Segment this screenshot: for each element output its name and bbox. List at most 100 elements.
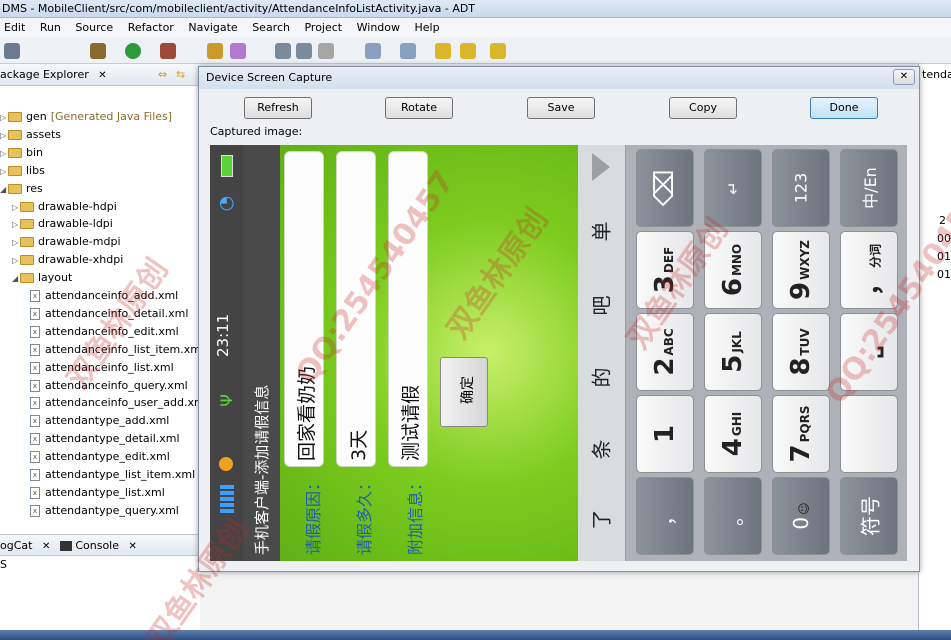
- tree-file[interactable]: x attendanceinfo_query.xml: [30, 377, 188, 394]
- tree-file[interactable]: x attendanceinfo_edit.xml: [30, 323, 179, 340]
- duration-field[interactable]: [336, 151, 376, 467]
- candidate-1[interactable]: 了: [586, 508, 615, 532]
- tree-folder[interactable]: ▷ gen [Generated Java Files]: [0, 108, 172, 125]
- key-col4-0[interactable]: 中/En: [840, 149, 898, 227]
- tree-file[interactable]: x attendanceinfo_add.xml: [30, 287, 178, 304]
- open-type-icon[interactable]: [207, 43, 223, 59]
- collapsed-icon[interactable]: ▷: [12, 252, 20, 269]
- candidate-2[interactable]: 条: [586, 438, 615, 462]
- key-col2-0[interactable]: ↵: [704, 149, 762, 227]
- menu-window[interactable]: Window: [353, 18, 407, 38]
- tree-file[interactable]: x attendanceinfo_list_item.xml: [30, 341, 200, 358]
- tree-file[interactable]: x attendantype_query.xml: [30, 502, 179, 519]
- key-col3-1[interactable]: 9WXYZ: [772, 231, 830, 309]
- mark-icon[interactable]: [296, 43, 312, 59]
- key-col2-1[interactable]: 6MNO: [704, 231, 762, 309]
- key-col2-4[interactable]: 。: [704, 477, 762, 555]
- key-col3-2[interactable]: 8TUV: [772, 313, 830, 391]
- menu-edit[interactable]: Edit: [0, 18, 32, 38]
- tree-folder[interactable]: ◢ res: [0, 180, 43, 197]
- annotation-icon[interactable]: [275, 43, 291, 59]
- key-col3-4[interactable]: 0☺: [772, 477, 830, 555]
- tab-console[interactable]: Console: [75, 539, 119, 552]
- key-col3-0[interactable]: 123: [772, 149, 830, 227]
- close-icon[interactable]: ✕: [893, 69, 915, 85]
- tree-file[interactable]: x attendanceinfo_list.xml: [30, 359, 174, 376]
- menu-help[interactable]: Help: [411, 18, 447, 38]
- external-tools-icon[interactable]: [160, 43, 176, 59]
- tree-folder[interactable]: ▷ drawable-ldpi: [12, 215, 113, 232]
- tree-folder[interactable]: ▷ drawable-hdpi: [12, 198, 117, 215]
- rotate-button[interactable]: Rotate: [385, 97, 453, 119]
- tree-file[interactable]: x attendanceinfo_detail.xml: [30, 305, 188, 322]
- collapsed-icon[interactable]: ▷: [0, 109, 8, 126]
- menu-run[interactable]: Run: [36, 18, 68, 38]
- menu-source[interactable]: Source: [71, 18, 120, 38]
- refresh-button[interactable]: Refresh: [244, 97, 312, 119]
- close-icon[interactable]: ✕: [98, 70, 106, 81]
- key-col4-1[interactable]: ，分词: [840, 231, 898, 309]
- expanded-icon[interactable]: ◢: [12, 270, 20, 287]
- key-col4-2[interactable]: ⎵: [840, 313, 898, 391]
- back-icon[interactable]: [460, 43, 476, 59]
- candidate-3[interactable]: 的: [586, 366, 615, 390]
- tree-file[interactable]: x attendantype_detail.xml: [30, 430, 180, 447]
- done-button[interactable]: Done: [810, 97, 878, 119]
- link-editor-icon[interactable]: ⇆: [176, 64, 185, 86]
- collapsed-icon[interactable]: ▷: [0, 127, 8, 144]
- next-annotation-icon[interactable]: [365, 43, 381, 59]
- key-col1-3[interactable]: 1: [636, 395, 694, 473]
- key-col2-3[interactable]: 4GHI: [704, 395, 762, 473]
- tree-file[interactable]: x attendantype_add.xml: [30, 412, 169, 429]
- confirm-button[interactable]: 确定: [440, 357, 488, 427]
- key-col1-0[interactable]: ⌫: [636, 149, 694, 227]
- collapse-all-icon[interactable]: ⇔: [158, 64, 167, 86]
- tree-folder[interactable]: ▷ assets: [0, 126, 61, 143]
- save-icon[interactable]: [4, 43, 20, 59]
- collapsed-icon[interactable]: ▷: [12, 216, 20, 233]
- run-icon[interactable]: [125, 43, 141, 59]
- forward-icon[interactable]: [490, 43, 506, 59]
- tree-file[interactable]: x attendantype_list.xml: [30, 484, 165, 501]
- candidate-5[interactable]: 单: [586, 220, 615, 244]
- copy-button[interactable]: Copy: [669, 97, 737, 119]
- prev-annotation-icon[interactable]: [400, 43, 416, 59]
- candidate-4[interactable]: 吧: [586, 294, 615, 318]
- key-col4-3[interactable]: [840, 395, 898, 473]
- menu-search[interactable]: Search: [248, 18, 297, 38]
- save-button[interactable]: Save: [527, 97, 595, 119]
- tree-folder[interactable]: ▷ libs: [0, 162, 45, 179]
- collapsed-icon[interactable]: ▷: [0, 145, 8, 162]
- tree-folder[interactable]: ◢ layout: [12, 269, 72, 286]
- search-icon[interactable]: [230, 43, 246, 59]
- key-col1-4[interactable]: ，: [636, 477, 694, 555]
- tree-folder[interactable]: ▷ bin: [0, 144, 43, 161]
- tree-file[interactable]: x attendantype_list_item.xml: [30, 466, 195, 483]
- tree-file[interactable]: x attendanceinfo_user_add.xml: [30, 394, 200, 411]
- key-col1-1[interactable]: 3DEF: [636, 231, 694, 309]
- debug-icon[interactable]: [90, 43, 106, 59]
- close-icon[interactable]: ✕: [42, 541, 50, 552]
- menu-navigate[interactable]: Navigate: [184, 18, 244, 38]
- last-edit-icon[interactable]: [435, 43, 451, 59]
- collapsed-icon[interactable]: ▷: [0, 163, 8, 180]
- expanded-icon[interactable]: ◢: [0, 181, 8, 198]
- key-col4-4[interactable]: 符号: [840, 477, 898, 555]
- collapsed-icon[interactable]: ▷: [12, 199, 20, 216]
- tree-folder[interactable]: ▷ drawable-mdpi: [12, 233, 121, 250]
- menu-project[interactable]: Project: [300, 18, 349, 38]
- tab-logcat[interactable]: ogCat: [0, 539, 32, 552]
- close-icon[interactable]: ✕: [129, 541, 137, 552]
- menu-refactor[interactable]: Refactor: [124, 18, 181, 38]
- key-col2-2[interactable]: 5JKL: [704, 313, 762, 391]
- tree-file[interactable]: x attendantype_edit.xml: [30, 448, 170, 465]
- collapsed-icon[interactable]: ▷: [12, 234, 20, 251]
- package-explorer-tab[interactable]: ackage Explorer ✕ ⇔ ⇆: [0, 64, 200, 86]
- tree-folder[interactable]: ▷ drawable-xhdpi: [12, 251, 123, 268]
- ime-keyboard: 了 条 的 吧 单 ⌫ 3DEF 2ABC 1 ， ↵ 6MNO 5JKL 4GHI 。 123 9W…: [578, 145, 907, 561]
- pin-icon[interactable]: [318, 43, 334, 59]
- collapse-arrow-icon[interactable]: [592, 153, 610, 181]
- key-col1-2[interactable]: 2ABC: [636, 313, 694, 391]
- key-col3-3[interactable]: 7PQRS: [772, 395, 830, 473]
- tab-attendance[interactable]: tendanc: [922, 68, 951, 81]
